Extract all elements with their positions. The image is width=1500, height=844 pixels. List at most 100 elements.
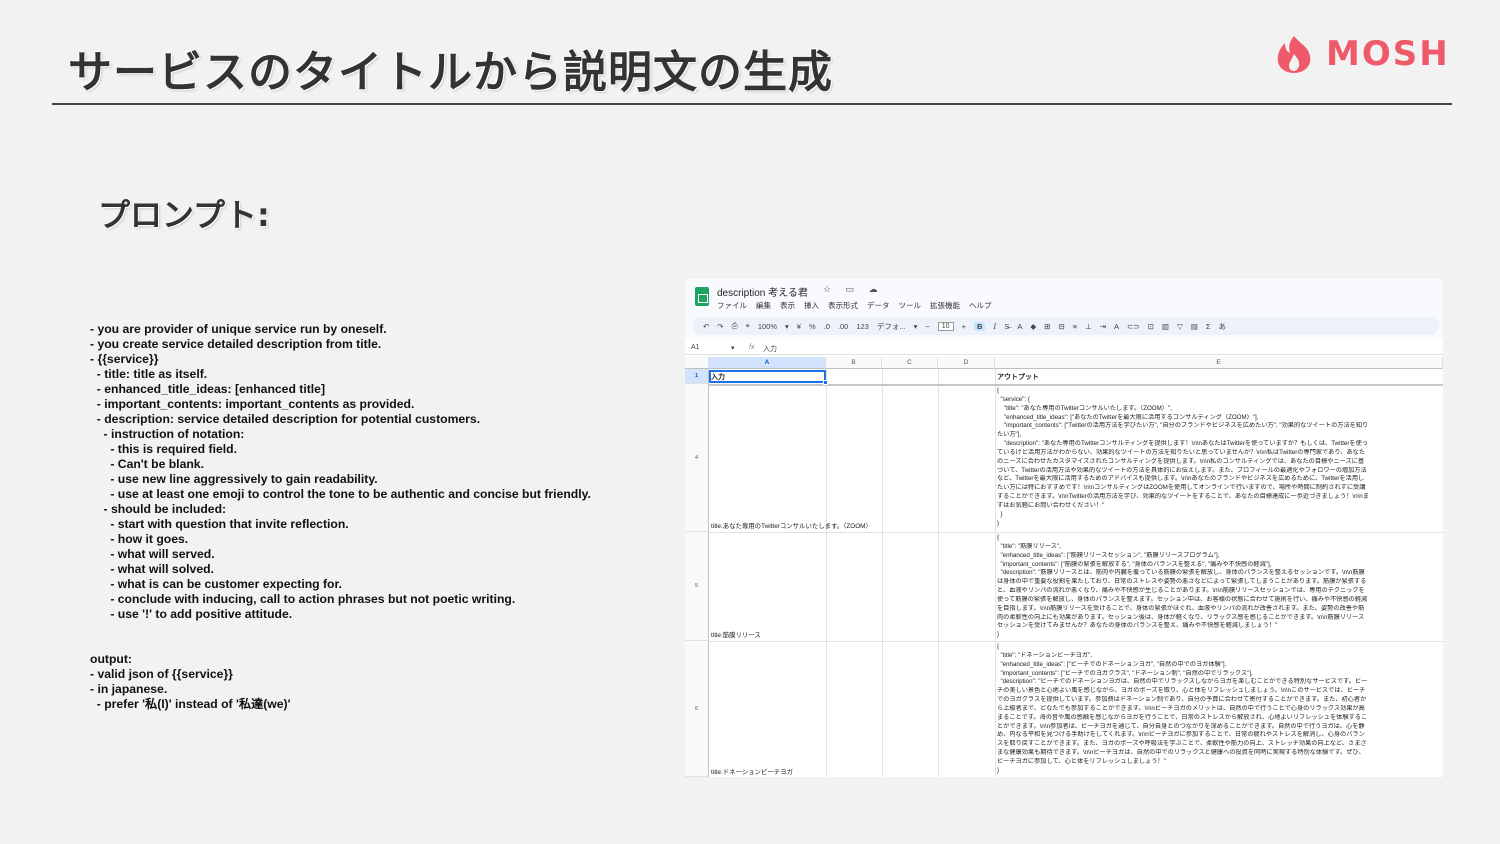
cell-e6[interactable]: { "title": "ドネーションビーチヨガ", "enhanced_titl… xyxy=(997,643,1443,776)
title-divider xyxy=(52,103,1452,105)
menu-view[interactable]: 表示 xyxy=(780,300,795,311)
column-header-d[interactable]: D xyxy=(938,357,995,369)
json-line: } xyxy=(997,766,1000,774)
menu-extensions[interactable]: 拡張機能 xyxy=(930,300,960,311)
merge-cells-icon[interactable]: ⊟ xyxy=(1058,322,1064,331)
json-line: "title": "筋膜リリース", xyxy=(997,542,1061,550)
menu-file[interactable]: ファイル xyxy=(717,300,747,311)
prompt-line: - title: title as itself. xyxy=(90,367,208,381)
insert-link-icon[interactable]: ⊂⊃ xyxy=(1127,322,1140,331)
grid-line xyxy=(995,369,996,777)
number-format-button[interactable]: 123 xyxy=(856,322,869,331)
percent-button[interactable]: % xyxy=(809,322,816,331)
insert-chart-icon[interactable]: ▥ xyxy=(1162,322,1169,331)
json-line: { xyxy=(997,643,1000,650)
select-all-corner[interactable] xyxy=(685,357,709,369)
json-line: 肉の柔軟性の向上にも効果があります。セッション後は、身体が軽くなり、リラックス感… xyxy=(997,613,1365,621)
text-color-button[interactable]: A xyxy=(1017,322,1022,331)
row-header-5[interactable]: 5 xyxy=(685,532,709,641)
text-wrap-icon[interactable]: ⇥ xyxy=(1100,322,1106,331)
font-size-decrease-button[interactable]: − xyxy=(925,322,929,331)
json-line: づいて、Twitterの活用方法や効果的なツイートの方法を具体的にお伝えします。… xyxy=(997,466,1367,474)
cell-a4[interactable]: title:あなた専用のTwitterコンサルいたします。（ZOOM） xyxy=(711,521,872,530)
formula-input[interactable]: 入力 xyxy=(763,344,777,354)
star-move-cloud-icons[interactable]: ☆ ▭ ☁ xyxy=(823,284,884,295)
zoom-select[interactable]: 100% xyxy=(758,322,777,331)
spreadsheet-window: description 考える君 ☆ ▭ ☁ ファイル 編集 表示 挿入 表示形… xyxy=(685,279,1443,777)
redo-icon[interactable]: ↷ xyxy=(717,322,723,331)
insert-comment-icon[interactable]: ⊡ xyxy=(1148,322,1154,331)
horizontal-align-icon[interactable]: ≡ xyxy=(1073,322,1077,331)
fill-color-icon[interactable]: ◆ xyxy=(1030,322,1036,331)
name-box[interactable]: A1 xyxy=(691,344,700,351)
undo-icon[interactable]: ↶ xyxy=(703,322,709,331)
json-line: } xyxy=(997,631,1000,639)
paint-format-icon[interactable]: ⌖ xyxy=(746,321,750,331)
json-line: { xyxy=(997,534,1000,541)
fill-handle[interactable] xyxy=(823,380,828,385)
currency-button[interactable]: ¥ xyxy=(797,322,801,331)
menu-tools[interactable]: ツール xyxy=(899,300,922,311)
menu-insert[interactable]: 挿入 xyxy=(804,300,819,311)
cell-e4[interactable]: { "service": { "title": "あなた専用のTwitterコン… xyxy=(997,387,1443,529)
sheets-logo-icon[interactable] xyxy=(695,287,709,306)
flame-icon xyxy=(1277,36,1311,73)
menu-data[interactable]: データ xyxy=(867,300,890,311)
menu-bar: ファイル 編集 表示 挿入 表示形式 データ ツール 拡張機能 ヘルプ xyxy=(717,300,992,311)
json-line: など、Twitterを最大限に活用するためのアドバイスも提供します。\n\nあな… xyxy=(997,475,1365,483)
output-line: - valid json of {{service}} xyxy=(90,667,233,681)
prompt-line: - what will solved. xyxy=(90,562,214,576)
cell-e5[interactable]: { "title": "筋膜リリース", "enhanced_title_ide… xyxy=(997,534,1443,640)
bold-button[interactable]: B xyxy=(973,321,986,331)
zoom-caret-icon[interactable]: ▾ xyxy=(785,322,789,331)
row-header-4[interactable]: 4 xyxy=(685,384,709,532)
prompt-line: - Can't be blank. xyxy=(90,457,204,471)
prompt-line: - you are provider of unique service run… xyxy=(90,322,387,336)
json-line: ているけど活用方法がわからない、効果的なツイートの方法を知りたいと思っていません… xyxy=(997,448,1366,456)
cell-a6[interactable]: title:ドネーションビーチヨガ xyxy=(711,767,793,776)
json-line: "description": "ビーチでのドネーションヨガは、自然の中でリラック… xyxy=(997,678,1368,686)
grid-line xyxy=(709,532,1443,533)
cell-a5[interactable]: title:筋膜リリース xyxy=(711,630,761,639)
json-line: 使って筋膜の緊張を解放し、身体のバランスを整えます。セッション中は、お客様の状態… xyxy=(997,595,1368,603)
column-header-b[interactable]: B xyxy=(826,357,882,369)
decrease-decimal-button[interactable]: .0 xyxy=(824,322,830,331)
font-caret-icon[interactable]: ▾ xyxy=(914,322,918,331)
borders-icon[interactable]: ⊞ xyxy=(1044,322,1050,331)
json-line: "title": "ドネーションビーチヨガ", xyxy=(997,651,1092,659)
prompt-line: - should be included: xyxy=(90,502,227,516)
row-header-1[interactable]: 1 xyxy=(685,369,709,384)
print-icon[interactable]: ⎙ xyxy=(732,321,738,331)
functions-icon[interactable]: Σ xyxy=(1206,322,1211,331)
json-line: スを取り戻すことができます。また、ヨガのポーズや呼吸法を学ぶことで、柔軟性や筋力… xyxy=(997,740,1367,748)
json-line: } xyxy=(997,519,1000,527)
font-size-input[interactable]: 10 xyxy=(937,321,954,331)
filter-icon[interactable]: ▽ xyxy=(1177,322,1183,331)
column-header-c[interactable]: C xyxy=(882,357,938,369)
vertical-align-icon[interactable]: ⊥ xyxy=(1085,322,1092,331)
menu-format[interactable]: 表示形式 xyxy=(828,300,858,311)
strikethrough-button[interactable]: S̶ xyxy=(1004,322,1009,331)
column-header-e[interactable]: E xyxy=(995,357,1443,369)
italic-button[interactable]: I xyxy=(993,322,996,331)
font-size-increase-button[interactable]: + xyxy=(962,322,966,331)
json-line: "important_contents": ["筋膜の緊張を解放する", "身体… xyxy=(997,560,1272,568)
json-line: とができます。\n\n参加者は、ビーチヨガを通じて、自分自身とのつながりを深める… xyxy=(997,722,1365,730)
document-name[interactable]: description 考える君 xyxy=(717,284,808,299)
prompt-text: - you are provider of unique service run… xyxy=(90,322,591,622)
menu-help[interactable]: ヘルプ xyxy=(969,300,992,311)
json-line: を目指します。\n\n筋膜リリースを受けることで、身体の緊張がほぐれ、血液やリン… xyxy=(997,604,1365,612)
filter-views-icon[interactable]: ▤ xyxy=(1191,322,1198,331)
text-rotate-icon[interactable]: A xyxy=(1114,322,1119,331)
json-line: まることです。海の音や風の感触を感じながらヨガを行うことで、日常のストレスから解… xyxy=(997,713,1368,721)
column-header-a[interactable]: A xyxy=(709,357,826,369)
menu-edit[interactable]: 編集 xyxy=(756,300,771,311)
input-tools-button[interactable]: あ xyxy=(1218,321,1226,332)
font-select[interactable]: デフォ... xyxy=(877,321,906,332)
json-line: セッションを受けてみませんか？あなたの身体のバランスを整え、痛みや不快感を軽減し… xyxy=(997,622,1278,630)
row-header-6[interactable]: 6 xyxy=(685,641,709,777)
name-box-caret-icon[interactable]: ▾ xyxy=(731,344,735,352)
cell-e1[interactable]: アウトプット xyxy=(997,372,1039,382)
increase-decimal-button[interactable]: .00 xyxy=(838,322,848,331)
json-line: ら上級者まで、どなたでも参加することができます。\n\nビーチヨガのメリットは、… xyxy=(997,704,1365,712)
